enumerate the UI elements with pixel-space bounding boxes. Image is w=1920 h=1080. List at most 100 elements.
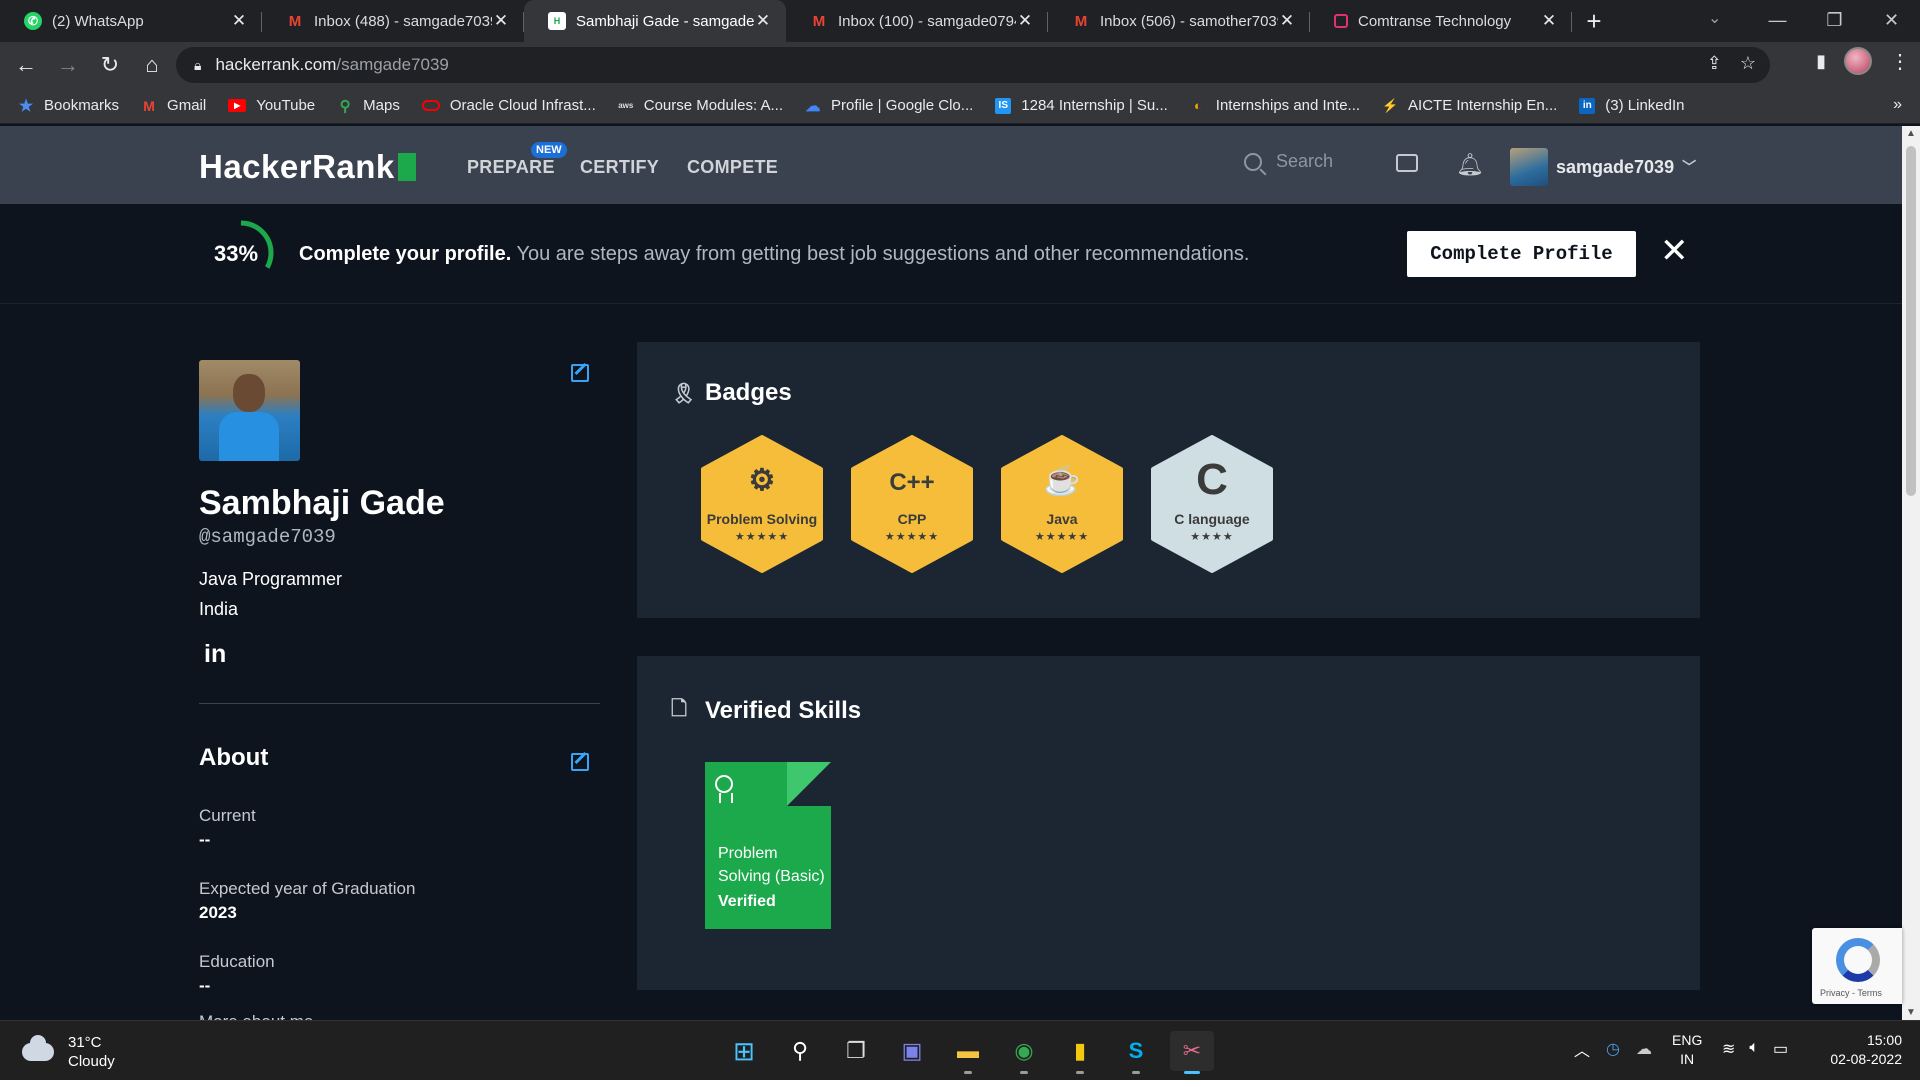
tab-hackerrank-profile[interactable]: H Sambhaji Gade - samgade7 ✕	[524, 0, 786, 42]
scroll-down-icon[interactable]: ▼	[1906, 1007, 1916, 1018]
taskbar-apps: ⊞ ⚲ ❐ ▣ ▬ ◉ ▮ S ✂	[722, 1031, 1214, 1074]
bookmark-star-icon[interactable]: ☆	[1740, 53, 1756, 74]
bookmark-linkedin[interactable]: in (3) LinkedIn	[1579, 97, 1685, 114]
tab-gmail-inbox-506[interactable]: M Inbox (506) - samother7039 ✕	[1048, 0, 1310, 42]
forward-button[interactable]: →	[48, 45, 88, 85]
bookmark-course-modules[interactable]: aws Course Modules: A...	[618, 97, 783, 114]
edit-about-icon[interactable]	[571, 753, 589, 771]
home-button[interactable]: ⌂	[132, 45, 172, 85]
bookmark-internship[interactable]: IS 1284 Internship | Su...	[995, 97, 1168, 114]
chrome-icon[interactable]: ◉	[1002, 1031, 1046, 1074]
url-host: hackerrank.com	[215, 55, 337, 74]
profile-country: India	[199, 599, 239, 619]
close-icon[interactable]: ✕	[1016, 11, 1034, 31]
bookmark-google-cloud[interactable]: ☁ Profile | Google Clo...	[805, 97, 973, 115]
maps-icon: ⚲	[339, 97, 351, 115]
bookmark-youtube[interactable]: ▶ YouTube	[228, 97, 315, 114]
badge-java[interactable]: ☕ Java ★★★★★	[999, 435, 1125, 573]
nav-prepare[interactable]: PREPARE	[467, 157, 555, 178]
notifications-bell-icon[interactable]: 🔔︎	[1456, 152, 1484, 178]
close-window-button[interactable]: ✕	[1863, 0, 1920, 40]
recaptcha-badge[interactable]: Privacy - Terms	[1812, 928, 1902, 1004]
task-view-icon[interactable]: ❐	[834, 1031, 878, 1071]
gmail-icon: M	[288, 12, 302, 30]
tab-search-icon[interactable]: ⌄	[1708, 8, 1721, 28]
recaptcha-icon	[1836, 938, 1880, 982]
teams-chat-icon[interactable]: ▣	[890, 1031, 934, 1071]
url-path: /samgade7039	[336, 55, 449, 74]
close-icon[interactable]: ✕	[230, 11, 248, 31]
vertical-scrollbar[interactable]: ▲ ▼	[1902, 126, 1920, 1020]
temperature: 31°C	[68, 1034, 102, 1051]
badges-heading: 🎗︎ Badges	[671, 379, 792, 406]
bookmark-aicte[interactable]: ⚡ AICTE Internship En...	[1382, 97, 1557, 114]
system-clock[interactable]: 15:00 02-08-2022	[1818, 1031, 1902, 1069]
complete-profile-button[interactable]: Complete Profile	[1407, 231, 1636, 277]
lock-icon[interactable]: 🔒︎	[194, 57, 201, 74]
back-button[interactable]: ←	[6, 45, 46, 85]
ribbon-icon	[715, 775, 733, 803]
restore-button[interactable]: ❐	[1806, 0, 1863, 40]
search-box[interactable]: Search	[1244, 151, 1333, 172]
onedrive-icon[interactable]: ☁	[1636, 1039, 1652, 1059]
field-value: --	[199, 976, 211, 995]
address-bar[interactable]: 🔒︎ hackerrank.com/samgade7039 ⇪ ☆	[176, 47, 1770, 83]
scrollbar-thumb[interactable]	[1906, 146, 1916, 496]
quick-settings[interactable]: ≋ 🔈︎ ▭	[1722, 1039, 1788, 1059]
search-icon[interactable]: ⚲	[778, 1031, 822, 1071]
badge-icon: C++	[889, 469, 935, 496]
system-tray: ︿ ◷ ☁	[1574, 1037, 1652, 1061]
share-icon[interactable]: ⇪	[1707, 53, 1722, 74]
skill-certificate[interactable]: Problem Solving (Basic) Verified	[705, 762, 831, 929]
user-menu[interactable]: samgade7039 ﹀	[1510, 148, 1696, 186]
side-panel-icon[interactable]: ▮	[1816, 51, 1826, 72]
scroll-up-icon[interactable]: ▲	[1906, 128, 1916, 139]
badge-problem-solving[interactable]: ⚙ Problem Solving ★★★★★	[699, 435, 825, 573]
bookmark-bookmarks[interactable]: ★ Bookmarks	[18, 97, 119, 115]
menu-icon[interactable]: ⋮	[1890, 49, 1910, 74]
bookmark-maps[interactable]: ⚲ Maps	[337, 97, 400, 115]
minimize-button[interactable]: —	[1749, 0, 1806, 40]
tab-comtranse[interactable]: Comtranse Technology ✕	[1310, 0, 1572, 42]
linkedin-icon[interactable]: in	[204, 640, 226, 669]
badge-c-language[interactable]: C C language ★★★★	[1149, 435, 1275, 573]
chevron-up-icon[interactable]: ︿	[1574, 1037, 1590, 1061]
close-icon[interactable]: ✕	[1660, 234, 1689, 268]
username: samgade7039	[1556, 156, 1675, 177]
more-bookmarks-icon[interactable]: »	[1893, 96, 1902, 114]
power-bi-icon[interactable]: ▮	[1058, 1031, 1102, 1074]
hackerrank-logo[interactable]: HackerRank	[199, 148, 416, 186]
hexagon-shape	[851, 435, 973, 573]
close-icon[interactable]: ✕	[754, 11, 772, 31]
profile-avatar[interactable]	[1844, 47, 1872, 75]
tab-whatsapp[interactable]: ✆ (2) WhatsApp ✕	[0, 0, 262, 42]
edit-profile-icon[interactable]	[571, 364, 589, 382]
new-tab-button[interactable]: +	[1572, 0, 1616, 42]
file-explorer-icon[interactable]: ▬	[946, 1031, 990, 1074]
recaptcha-links: Privacy - Terms	[1820, 988, 1882, 998]
messages-icon[interactable]	[1396, 154, 1418, 172]
bookmark-internshala[interactable]: ◐ Internships and Inte...	[1190, 97, 1360, 114]
hexagon-shape	[1001, 435, 1123, 573]
bookmark-oracle[interactable]: Oracle Cloud Infrast...	[421, 97, 596, 114]
start-button[interactable]: ⊞	[722, 1031, 766, 1071]
weather-widget[interactable]: 31°C Cloudy	[22, 1033, 115, 1071]
aws-icon: aws	[618, 101, 634, 110]
tab-gmail-inbox-100[interactable]: M Inbox (100) - samgade0794 ✕	[786, 0, 1048, 42]
close-icon[interactable]: ✕	[492, 11, 510, 31]
skype-icon[interactable]: S	[1114, 1031, 1158, 1074]
close-icon[interactable]: ✕	[1278, 11, 1296, 31]
bookmark-gmail[interactable]: M Gmail	[141, 97, 206, 114]
tab-gmail-inbox-488[interactable]: M Inbox (488) - samgade7039 ✕	[262, 0, 524, 42]
internshala-icon: ◐	[1193, 98, 1202, 113]
language-indicator[interactable]: ENG IN	[1672, 1031, 1702, 1069]
snipping-tool-icon[interactable]: ✂	[1170, 1031, 1214, 1074]
close-icon[interactable]: ✕	[1540, 11, 1558, 31]
reload-button[interactable]: ↻	[90, 45, 130, 85]
badge-cpp[interactable]: C++ CPP ★★★★★	[849, 435, 975, 573]
browser-toolbar: ← → ↻ ⌂ 🔒︎ hackerrank.com/samgade7039 ⇪ …	[0, 42, 1920, 88]
nav-compete[interactable]: COMPETE	[687, 157, 778, 178]
google-cloud-icon: ☁	[805, 97, 821, 115]
nav-certify[interactable]: CERTIFY	[580, 157, 659, 178]
clock-app-icon[interactable]: ◷	[1606, 1039, 1620, 1059]
